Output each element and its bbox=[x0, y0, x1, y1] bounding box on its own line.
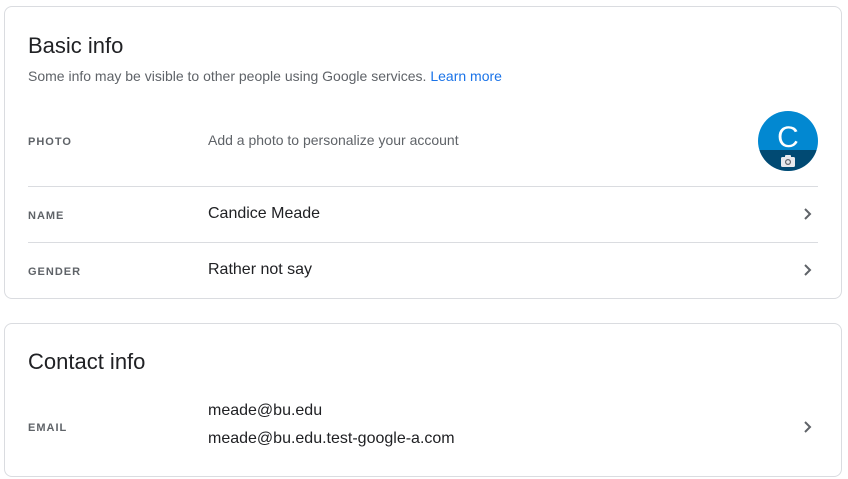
gender-row[interactable]: GENDER Rather not say bbox=[28, 242, 818, 299]
gender-label: GENDER bbox=[28, 266, 82, 278]
chevron-right-icon bbox=[804, 264, 812, 276]
email-row[interactable]: EMAIL meade@bu.edu meade@bu.edu.test-goo… bbox=[28, 394, 818, 460]
basic-info-subtitle: Some info may be visible to other people… bbox=[28, 67, 502, 85]
photo-row[interactable]: PHOTO Add a photo to personalize your ac… bbox=[28, 107, 818, 186]
learn-more-link[interactable]: Learn more bbox=[430, 68, 502, 84]
contact-info-card: Contact info EMAIL meade@bu.edu meade@bu… bbox=[4, 323, 842, 477]
email-label: EMAIL bbox=[28, 422, 68, 434]
avatar-letter: C bbox=[777, 121, 799, 154]
avatar[interactable]: C bbox=[758, 111, 818, 171]
basic-info-card: Basic info Some info may be visible to o… bbox=[4, 6, 842, 299]
camera-icon bbox=[781, 155, 795, 167]
gender-value: Rather not say bbox=[208, 261, 313, 278]
chevron-right-icon bbox=[804, 208, 812, 220]
basic-info-title: Basic info bbox=[28, 33, 124, 58]
photo-description: Add a photo to personalize your account bbox=[208, 132, 459, 148]
email-primary: meade@bu.edu bbox=[208, 402, 323, 419]
name-value: Candice Meade bbox=[208, 205, 321, 222]
name-label: NAME bbox=[28, 210, 65, 222]
contact-info-title: Contact info bbox=[28, 349, 146, 374]
chevron-right-icon bbox=[804, 421, 812, 433]
photo-label: PHOTO bbox=[28, 136, 72, 148]
basic-info-subtitle-text: Some info may be visible to other people… bbox=[28, 68, 427, 84]
name-row[interactable]: NAME Candice Meade bbox=[28, 186, 818, 243]
email-secondary: meade@bu.edu.test-google-a.com bbox=[208, 430, 455, 447]
